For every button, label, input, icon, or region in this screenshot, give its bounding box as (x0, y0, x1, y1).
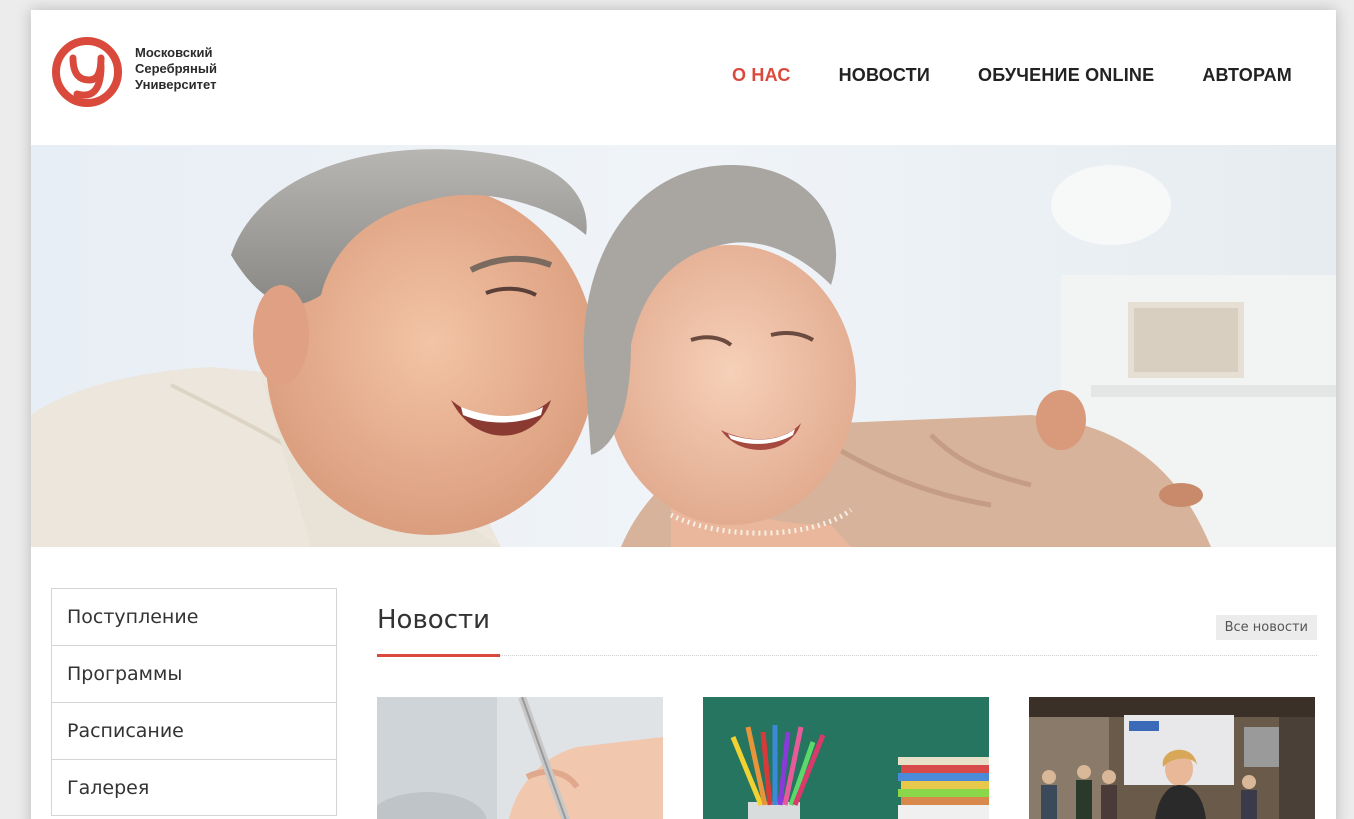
news-cards (377, 697, 1315, 819)
nav-item-authors[interactable]: АВТОРАМ (1202, 65, 1292, 86)
speaker-exhibition-image (1029, 697, 1315, 819)
news-card-image-speaker[interactable] (1029, 697, 1315, 819)
news-card-image-pencils[interactable] (703, 697, 989, 819)
news-title: Новости (377, 605, 491, 635)
main-nav: О НАС НОВОСТИ ОБУЧЕНИЕ ONLINE АВТОРАМ (732, 65, 1292, 86)
colored-pencils-image (703, 697, 989, 819)
hand-writing-image (377, 697, 663, 819)
nav-item-about[interactable]: О НАС (732, 65, 791, 86)
sidebar-menu: Поступление Программы Расписание Галерея (51, 588, 337, 816)
nav-item-online-learning[interactable]: ОБУЧЕНИЕ ONLINE (978, 65, 1154, 86)
sidebar-item-gallery[interactable]: Галерея (51, 759, 337, 816)
logo-line: Московский (135, 45, 213, 60)
news-section: Новости Все новости (377, 600, 1317, 819)
hero-photo-elderly-couple (31, 145, 1336, 547)
logo-text[interactable]: Московский Серебряный Университет (135, 45, 217, 93)
site-header: Московский Серебряный Университет О НАС … (31, 10, 1336, 145)
page: Московский Серебряный Университет О НАС … (31, 10, 1336, 819)
sidebar-item-schedule[interactable]: Расписание (51, 702, 337, 759)
news-card-image-writing[interactable] (377, 697, 663, 819)
sidebar-item-programs[interactable]: Программы (51, 645, 337, 702)
news-header: Новости Все новости (377, 600, 1317, 657)
hero-image (31, 145, 1336, 547)
sidebar-item-admission[interactable]: Поступление (51, 588, 337, 645)
all-news-button[interactable]: Все новости (1215, 615, 1317, 640)
logo-line: Университет (135, 77, 217, 92)
logo-line: Серебряный (135, 61, 217, 76)
nav-item-news[interactable]: НОВОСТИ (839, 65, 930, 86)
university-logo-icon[interactable] (51, 36, 131, 108)
news-title-underline (377, 654, 500, 657)
